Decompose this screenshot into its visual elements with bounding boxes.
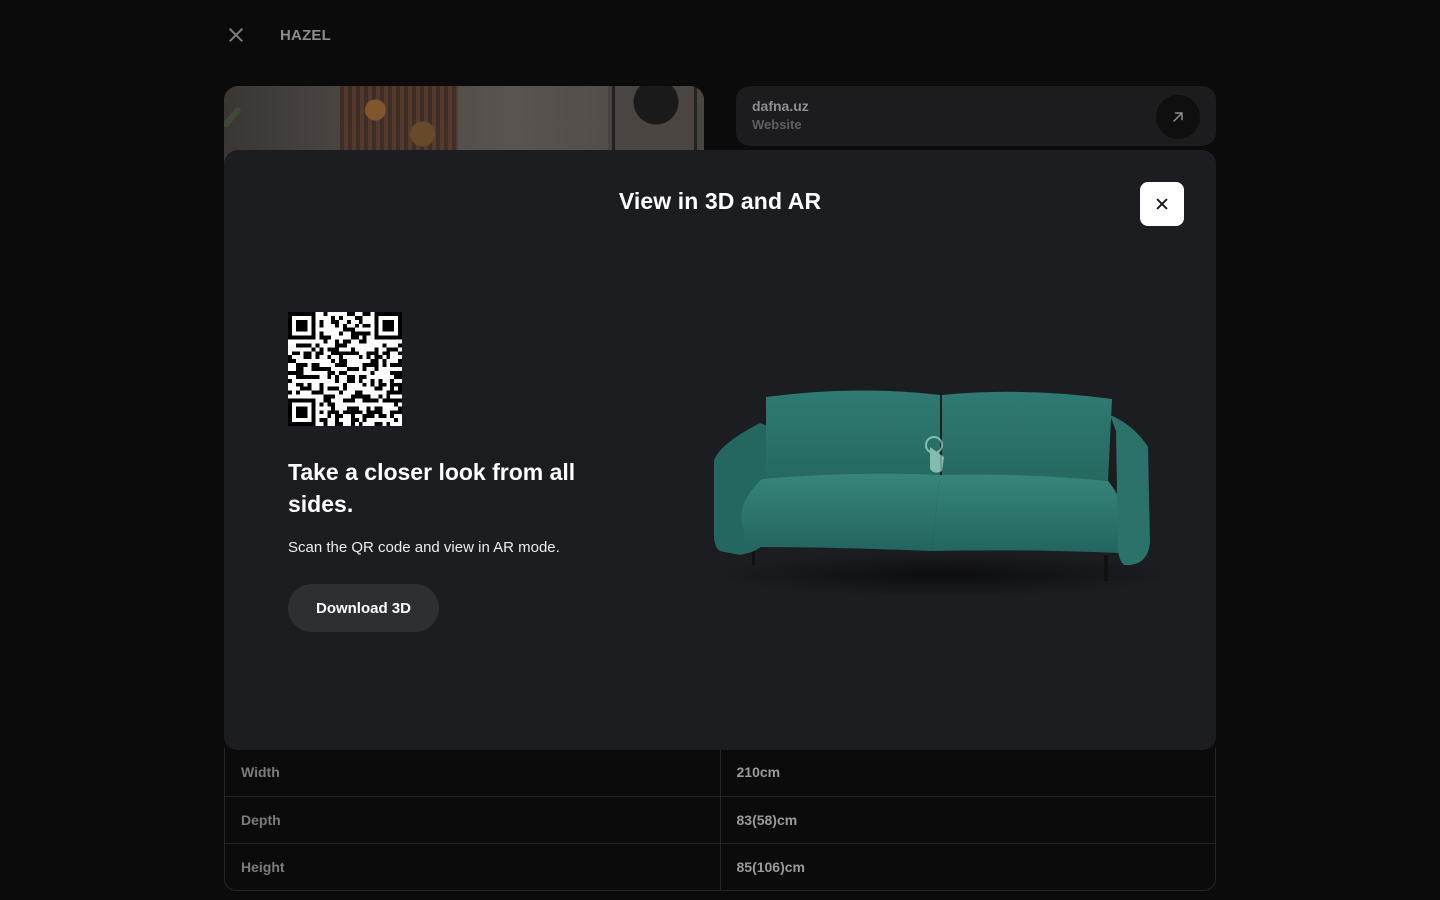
table-row: Depth 83(58)cm [225,795,1215,844]
sofa-back-left [766,390,940,479]
sofa-seat-left [741,473,940,551]
table-row: Height 85(106)cm [225,843,1215,890]
website-label: Website [752,117,802,132]
download-3d-button[interactable]: Download 3D [288,584,439,632]
sofa-seat-right [932,474,1125,553]
modal-headline: Take a closer look from all sides. [288,459,576,517]
sofa-3d-viewer[interactable] [704,375,1174,595]
modal-subtext: Scan the QR code and view in AR mode. [288,539,560,556]
product-title: HAZEL [280,26,331,44]
spec-value: 85(106)cm [736,859,806,876]
qr-code [288,312,402,426]
sofa-back-right [942,391,1112,481]
specs-table: Width 210cm Depth 83(58)cm Height 85(106… [224,748,1216,891]
top-bar: HAZEL [224,20,331,50]
modal-close-button[interactable] [1140,182,1184,226]
open-website-button[interactable] [1156,95,1200,139]
close-icon[interactable] [224,23,248,47]
spec-value: 210cm [736,763,781,780]
spec-label: Depth [225,796,721,844]
table-row: Width 210cm [225,748,1215,796]
website-card[interactable]: dafna.uz Website [736,86,1216,146]
spec-label: Height [225,844,721,890]
modal-title: View in 3D and AR [618,188,822,214]
website-domain: dafna.uz [752,98,809,114]
ar-modal: View in 3D and AR Take a closer look fro… [224,150,1216,750]
spec-value: 83(58)cm [736,811,798,828]
plant-leaf [224,105,243,129]
external-link-icon [1173,112,1183,122]
sofa-leg [1104,555,1108,581]
spec-label: Width [225,748,721,796]
